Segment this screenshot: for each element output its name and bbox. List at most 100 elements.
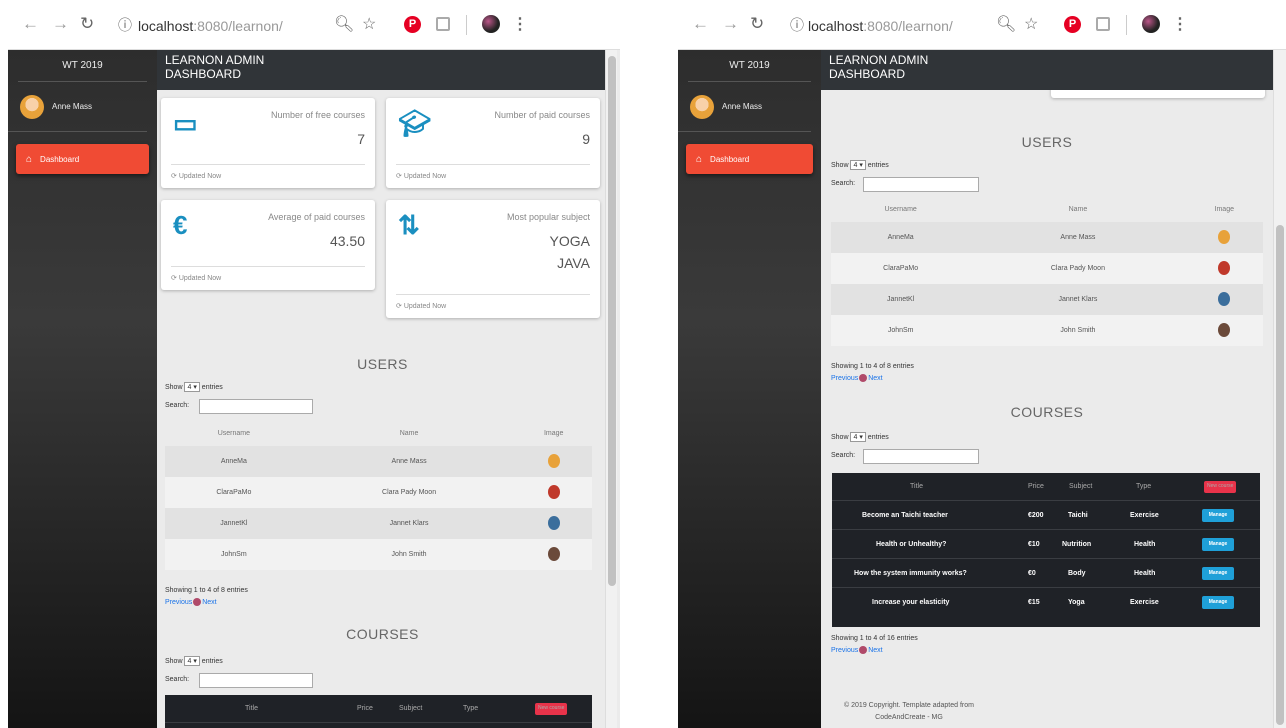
column-header[interactable]: Username — [165, 421, 303, 446]
user-avatar-icon — [547, 484, 560, 499]
profile-icon[interactable] — [1142, 15, 1160, 33]
back-icon[interactable]: ← — [22, 14, 39, 34]
courses-length-select[interactable]: 4 ▾ — [850, 432, 866, 442]
courses-heading: COURSES — [346, 626, 419, 642]
manage-button[interactable]: Manage — [1202, 509, 1234, 522]
courses-length-select[interactable]: 4 ▾ — [184, 656, 200, 666]
user-avatar-icon — [1218, 260, 1231, 275]
table-header: Title Price Subject Type New course — [832, 473, 1260, 501]
column-header[interactable]: Name — [970, 197, 1185, 222]
pinterest-icon[interactable]: P — [1064, 16, 1081, 33]
info-icon[interactable]: ⓘ — [790, 15, 804, 35]
page-indicator[interactable] — [859, 374, 868, 382]
star-icon[interactable]: ☆ — [1024, 15, 1038, 35]
previous-link[interactable]: Previous — [165, 599, 192, 606]
next-link[interactable]: Next — [868, 375, 882, 382]
manage-button[interactable]: Manage — [1202, 538, 1234, 551]
table-header: Username Name Image — [831, 197, 1263, 222]
users-search-input[interactable] — [199, 399, 313, 414]
courses-length-control: Show 4 ▾ entries — [831, 432, 889, 442]
zoom-icon[interactable]: 🔍︎ — [996, 15, 1016, 35]
users-length-select[interactable]: 4 ▾ — [184, 382, 200, 392]
next-link[interactable]: Next — [202, 599, 216, 606]
courses-table: Title Price Subject Type New course Beco… — [832, 473, 1260, 627]
manage-button[interactable]: Manage — [1202, 596, 1234, 609]
extension-icon[interactable] — [436, 17, 450, 31]
scrollbar[interactable] — [1273, 50, 1286, 728]
courses-length-control: Show 4 ▾ entries — [165, 656, 223, 666]
scrollbar[interactable] — [605, 50, 617, 728]
column-header[interactable]: Price — [1028, 483, 1044, 490]
previous-link[interactable]: Previous — [831, 375, 858, 382]
new-course-button[interactable]: New course — [1204, 481, 1237, 493]
star-icon[interactable]: ☆ — [362, 15, 376, 35]
sidebar-item-label: Dashboard — [40, 154, 80, 164]
next-link[interactable]: Next — [868, 647, 882, 654]
reload-icon[interactable]: ↻ — [80, 14, 94, 34]
back-icon[interactable]: ← — [692, 14, 709, 34]
column-header[interactable]: Subject — [1069, 483, 1092, 490]
forward-icon[interactable]: → — [722, 14, 739, 34]
user-avatar-icon — [547, 453, 560, 468]
user-avatar-icon — [1218, 291, 1231, 306]
users-table: Username Name Image AnneMa Anne Mass Cla… — [165, 421, 592, 570]
table-row: JohnSm John Smith — [831, 315, 1263, 346]
menu-icon[interactable]: ⋮ — [512, 15, 528, 35]
page-title-line1: LEARNON ADMIN — [829, 53, 929, 67]
refresh-icon: ⟳ — [396, 173, 404, 180]
previous-link[interactable]: Previous — [831, 647, 858, 654]
column-header[interactable]: Subject — [399, 705, 422, 712]
manage-button[interactable]: Manage — [1202, 567, 1234, 580]
page-footer: © 2019 Copyright. Template adapted from … — [844, 702, 974, 721]
column-header[interactable]: Image — [1186, 197, 1263, 222]
pinterest-icon[interactable]: P — [404, 16, 421, 33]
column-header[interactable]: Title — [910, 483, 923, 490]
page: WT 2019 Anne Mass ⌂ Dashboard LEARNON AD… — [8, 50, 620, 728]
table-row: AnneMa Anne Mass — [165, 446, 592, 477]
scrollbar-thumb[interactable] — [1276, 225, 1284, 725]
column-header[interactable]: Type — [463, 705, 478, 712]
content-area: ▭ Number of free courses 7 ⟳ Updated Now… — [157, 90, 608, 728]
refresh-icon: ⟳ — [171, 173, 179, 180]
page-indicator[interactable] — [859, 646, 868, 654]
page-indicator[interactable] — [193, 598, 202, 606]
sidebar-item-dashboard[interactable]: ⌂ Dashboard — [686, 144, 813, 174]
reload-icon[interactable]: ↻ — [750, 14, 764, 34]
users-length-select[interactable]: 4 ▾ — [850, 160, 866, 170]
user-avatar-icon — [547, 546, 560, 561]
courses-search-input[interactable] — [863, 449, 979, 464]
top-bar: LEARNON ADMIN DASHBOARD — [821, 50, 1273, 90]
column-header[interactable]: Type — [1136, 483, 1151, 490]
menu-icon[interactable]: ⋮ — [1172, 15, 1188, 35]
page: WT 2019 Anne Mass ⌂ Dashboard LEARNON AD… — [678, 50, 1286, 728]
stat-value: 43.50 — [329, 233, 365, 249]
sidebar: WT 2019 Anne Mass ⌂ Dashboard — [8, 50, 157, 728]
euro-icon: € — [173, 210, 188, 240]
divider — [1126, 15, 1127, 35]
address-bar[interactable]: localhost:8080/learnon/ — [138, 18, 283, 34]
zoom-icon[interactable]: 🔍︎ — [334, 15, 354, 35]
courses-search-input[interactable] — [199, 673, 313, 688]
column-header[interactable]: Username — [831, 197, 970, 222]
sidebar-brand: WT 2019 — [18, 50, 147, 82]
scrollbar-thumb[interactable] — [608, 56, 616, 586]
extension-icon[interactable] — [1096, 17, 1110, 31]
column-header[interactable]: Name — [303, 421, 516, 446]
stat-footer: ⟳ Updated Now — [171, 164, 365, 188]
table-row: Increase your elasticity €15 Yoga Exerci… — [832, 588, 1260, 617]
profile-icon[interactable] — [482, 15, 500, 33]
users-search-label: Search: — [165, 402, 190, 409]
sidebar-item-dashboard[interactable]: ⌂ Dashboard — [16, 144, 149, 174]
address-bar[interactable]: localhost:8080/learnon/ — [808, 18, 953, 34]
forward-icon[interactable]: → — [52, 14, 69, 34]
new-course-button[interactable]: New course — [535, 703, 568, 715]
info-icon[interactable]: ⓘ — [118, 15, 132, 35]
stat-label: Most popular subject — [506, 212, 590, 222]
column-header[interactable]: Title — [245, 705, 258, 712]
stat-card-popular-subject-partial — [1051, 90, 1265, 98]
courses-heading: COURSES — [1010, 404, 1084, 420]
column-header[interactable]: Price — [357, 705, 373, 712]
stat-card-paid-courses: 🎓︎ Number of paid courses 9 ⟳ Updated No… — [386, 98, 600, 188]
column-header[interactable]: Image — [515, 421, 592, 446]
users-search-input[interactable] — [863, 177, 979, 192]
